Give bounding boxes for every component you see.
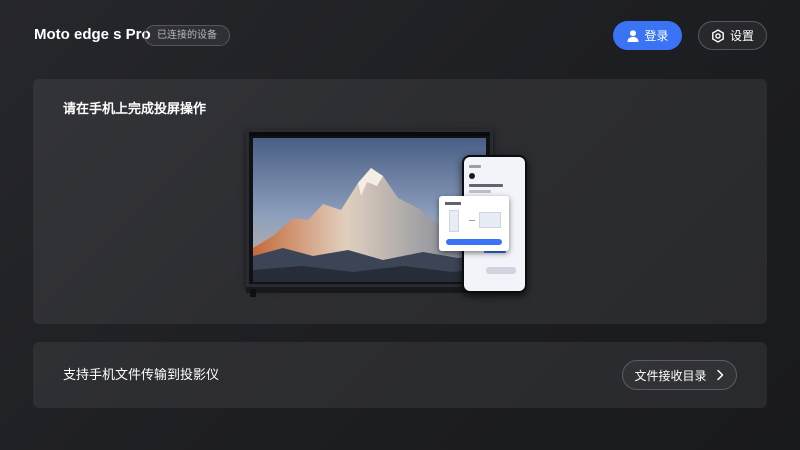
file-transfer-text: 支持手机文件传输到投影仪 [63, 368, 220, 383]
device-name: Moto edge s Pro [34, 26, 151, 43]
chevron-right-icon [715, 369, 725, 381]
settings-button[interactable]: 设置 [698, 21, 767, 50]
cast-instruction-title: 请在手机上完成投屏操作 [63, 102, 207, 117]
settings-label: 设置 [729, 29, 754, 43]
gear-icon [711, 28, 725, 43]
header: Moto edge s Pro 已连接的设备 登录 设置 [0, 0, 800, 70]
casting-illustration [246, 129, 536, 309]
file-receive-directory-label: 文件接收目录 [634, 368, 707, 383]
projector-screen-stand [246, 287, 493, 293]
connected-device-badge: 已连接的设备 [144, 25, 230, 46]
file-transfer-card: 支持手机文件传输到投影仪 文件接收目录 [33, 342, 767, 408]
user-icon [626, 29, 640, 43]
login-label: 登录 [644, 29, 669, 43]
cast-instruction-card: 请在手机上完成投屏操作 [33, 79, 767, 324]
file-receive-directory-button[interactable]: 文件接收目录 [622, 360, 737, 390]
login-button[interactable]: 登录 [613, 21, 682, 50]
cast-dialog-mockup [439, 196, 509, 251]
